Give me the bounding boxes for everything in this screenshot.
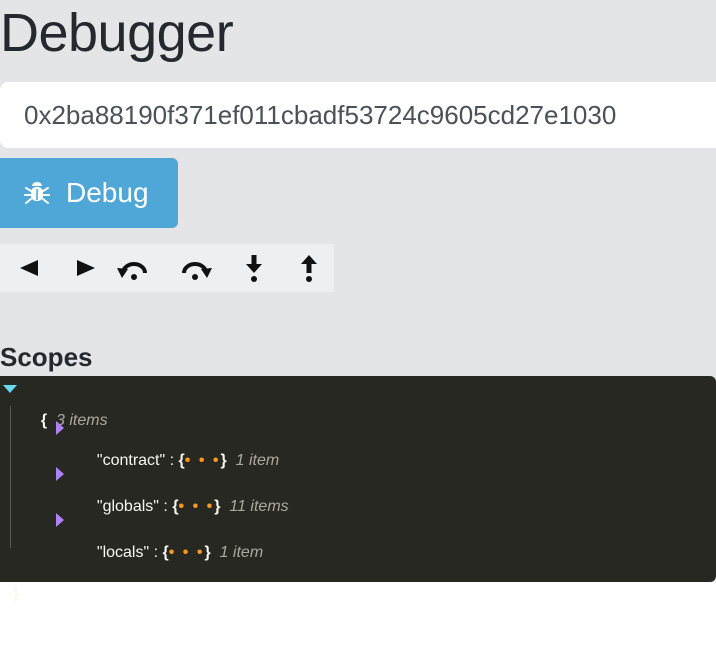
collapse-caret-icon[interactable] (3, 385, 17, 393)
curved-arrow-back-icon[interactable] (117, 252, 149, 284)
root-close-brace: } (12, 585, 20, 602)
debug-button-label: Debug (66, 177, 149, 208)
step-toolbar (0, 244, 334, 292)
json-entry-locals[interactable]: "locals" : {• • •} 1 item (88, 511, 263, 567)
indent-guide (10, 406, 11, 548)
arrow-up-icon[interactable] (293, 252, 325, 284)
page-title: Debugger (0, 3, 234, 63)
triangle-left-icon[interactable] (14, 252, 46, 284)
bug-icon (24, 182, 50, 204)
arrow-down-icon[interactable] (238, 252, 270, 284)
debug-button[interactable]: Debug (0, 158, 178, 228)
entry-close-brace: } (204, 544, 211, 561)
json-root-close-line: } (4, 552, 19, 608)
expand-caret-icon[interactable] (56, 513, 64, 527)
entry-colon: : (153, 544, 159, 561)
entry-item-count: 1 item (219, 544, 264, 561)
entry-key: "locals" (96, 544, 150, 561)
ellipsis-icon[interactable]: • • • (169, 544, 205, 561)
curved-arrow-forward-icon[interactable] (180, 252, 212, 284)
scopes-heading: Scopes (0, 342, 93, 372)
expand-caret-icon[interactable] (56, 467, 64, 481)
expand-caret-icon[interactable] (56, 421, 64, 435)
triangle-right-icon[interactable] (69, 252, 101, 284)
transaction-hash-input[interactable] (0, 82, 716, 148)
root-open-brace: { (40, 412, 48, 429)
